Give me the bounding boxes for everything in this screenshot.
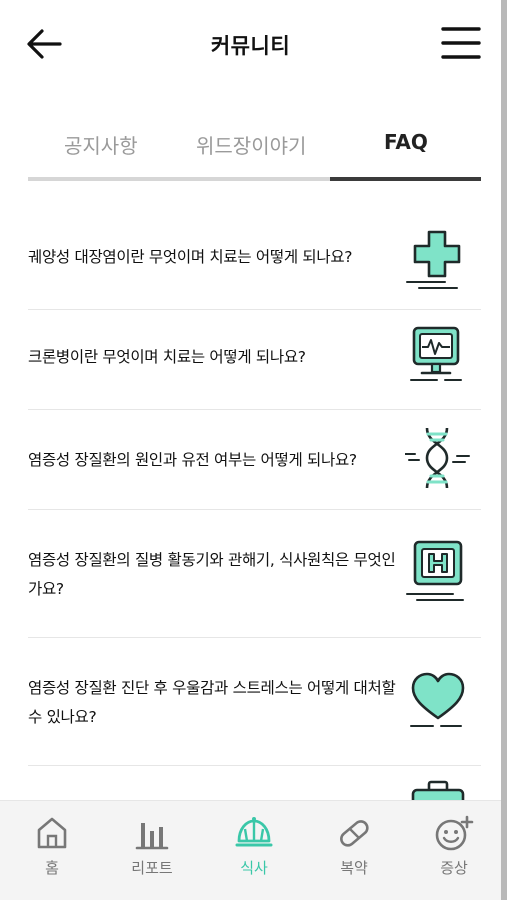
bottom-navigation: 홈 리포트 식사 복약 증상 [0,800,501,900]
tab-with-jang-story[interactable]: 위드장이야기 [196,130,306,159]
faq-question: 크론병이란 무엇이며 치료는 어떻게 되나요? [28,348,306,366]
app-header: 커뮤니티 [0,0,501,90]
faq-item[interactable]: 크론병이란 무엇이며 치료는 어떻게 되나요? [28,310,481,410]
faq-question: 궤양성 대장염이란 무엇이며 치료는 어떻게 되나요? [28,248,353,266]
nav-medication[interactable]: 복약 [314,815,394,895]
home-icon [37,817,67,849]
hamburger-menu-icon [441,27,481,59]
nav-medication-label: 복약 [340,859,368,877]
faq-item[interactable]: 궤양성 대장염이란 무엇이며 치료는 어떻게 되나요? [28,210,481,310]
tab-notice[interactable]: 공지사항 [64,130,138,159]
heart-icon [410,672,465,727]
faq-question: 염증성 장질환의 질병 활동기와 관해기, 식사원칙은 무엇인가요? [28,551,396,598]
community-tabs: 공지사항 위드장이야기 FAQ [28,120,481,182]
nav-meal[interactable]: 식사 [214,815,294,895]
nav-meal-label: 식사 [240,859,268,877]
bar-chart-icon [135,823,169,850]
heart-monitor-icon [410,326,462,381]
nav-report-label: 리포트 [131,859,173,877]
nav-symptom[interactable]: 증상 [414,815,494,895]
faq-list: 궤양성 대장염이란 무엇이며 치료는 어떻게 되나요? 크론병이란 무엇이며 치… [28,210,481,866]
hospital-sign-icon [406,540,464,601]
page-title: 커뮤니티 [210,34,291,58]
nav-symptom-label: 증상 [440,859,468,877]
nav-home-label: 홈 [45,859,59,877]
nav-report[interactable]: 리포트 [112,815,192,895]
faq-item[interactable]: 염증성 장질환 진단 후 우울감과 스트레스는 어떻게 대처할 수 있나요? [28,638,481,766]
faq-item[interactable]: 염증성 장질환의 질병 활동기와 관해기, 식사원칙은 무엇인가요? [28,510,481,638]
medical-cross-icon [406,230,461,289]
faq-question: 염증성 장질환의 원인과 유전 여부는 어떻게 되나요? [28,451,357,469]
faq-question: 염증성 장질환 진단 후 우울감과 스트레스는 어떻게 대처할 수 있나요? [28,679,396,726]
menu-button[interactable] [440,24,482,62]
meal-dome-icon [235,817,273,847]
faq-item[interactable]: 염증성 장질환의 원인과 유전 여부는 어떻게 되나요? [28,410,481,510]
pill-icon [340,820,369,847]
tab-faq[interactable]: FAQ [384,130,428,154]
community-screen: 커뮤니티 공지사항 위드장이야기 FAQ 궤양성 대장염이란 무엇이며 치료는 … [0,0,501,900]
smiley-plus-icon [435,815,474,851]
tab-active-indicator [330,177,481,181]
dna-icon [405,427,470,489]
scroll-edge [501,0,507,900]
nav-home[interactable]: 홈 [12,815,92,895]
